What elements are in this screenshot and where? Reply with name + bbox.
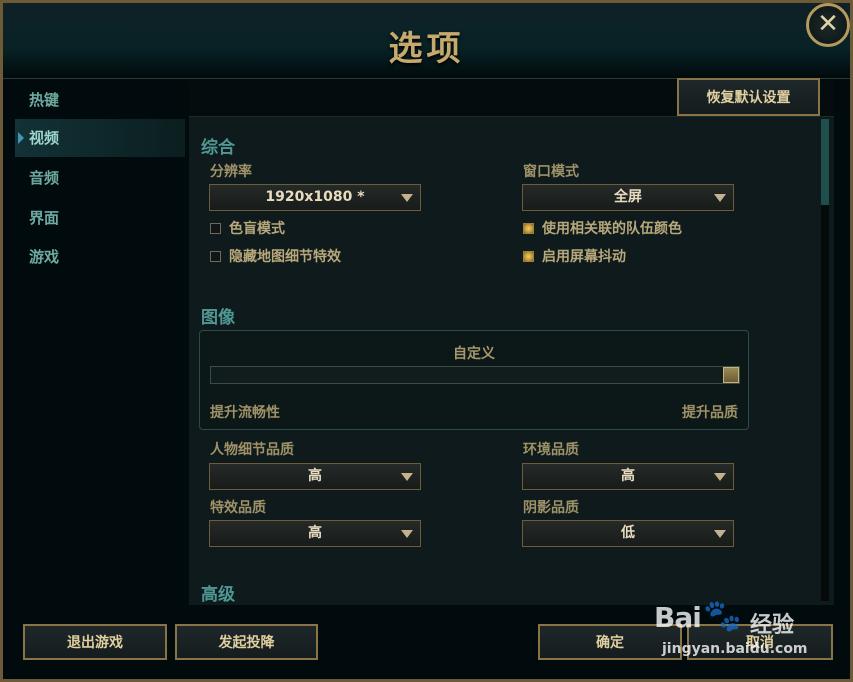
close-icon: ✕ xyxy=(817,9,839,39)
resolution-value: 1920x1080 * xyxy=(265,189,365,205)
character-quality-value: 高 xyxy=(308,468,322,484)
sidebar-item-audio[interactable]: 音频 xyxy=(15,159,185,197)
performance-label: 提升流畅性 xyxy=(210,405,280,421)
watermark-url: jingyan.baidu.com xyxy=(662,641,808,657)
sidebar-item-label: 游戏 xyxy=(29,248,60,266)
screen-shake-label: 启用屏幕抖动 xyxy=(542,249,626,265)
character-quality-label: 人物细节品质 xyxy=(210,442,294,458)
shadow-quality-dropdown[interactable]: 低 xyxy=(522,520,734,547)
sidebar-item-game[interactable]: 游戏 xyxy=(15,238,185,276)
baidu-logo-text: Bai xyxy=(654,601,702,634)
quality-slider[interactable] xyxy=(210,366,740,384)
options-window: 选项 ✕ 热键 视频 音频 界面 游戏 恢复默认设置 综合 分辨率 1920x1… xyxy=(0,0,853,682)
baidu-jingyan-watermark: Bai 🐾 经验 jingyan.baidu.com xyxy=(654,598,808,661)
screen-shake-option[interactable]: 启用屏幕抖动 xyxy=(523,249,626,265)
window-title: 选项 xyxy=(388,29,465,69)
team-colors-checkbox[interactable] xyxy=(523,223,534,234)
reset-defaults-button[interactable]: 恢复默认设置 xyxy=(677,78,820,116)
sidebar-item-label: 热键 xyxy=(29,91,60,109)
section-title-general: 综合 xyxy=(201,138,235,158)
chevron-down-icon xyxy=(714,194,726,202)
resolution-dropdown[interactable]: 1920x1080 * xyxy=(209,184,421,211)
character-quality-dropdown[interactable]: 高 xyxy=(209,463,421,490)
window-mode-value: 全屏 xyxy=(614,189,642,205)
team-colors-option[interactable]: 使用相关联的队伍颜色 xyxy=(523,221,682,237)
environment-quality-dropdown[interactable]: 高 xyxy=(522,463,734,490)
effects-quality-dropdown[interactable]: 高 xyxy=(209,520,421,547)
surrender-button[interactable]: 发起投降 xyxy=(175,624,318,660)
shadow-quality-label: 阴影品质 xyxy=(523,500,579,516)
chevron-down-icon xyxy=(714,473,726,481)
sidebar-item-label: 音频 xyxy=(29,169,60,187)
colorblind-checkbox[interactable] xyxy=(210,223,221,234)
sidebar-item-video[interactable]: 视频 xyxy=(15,119,185,157)
environment-quality-value: 高 xyxy=(621,468,635,484)
chevron-down-icon xyxy=(401,194,413,202)
hide-map-effects-checkbox[interactable] xyxy=(210,251,221,262)
quality-slider-thumb[interactable] xyxy=(723,367,739,383)
scrollbar-thumb[interactable] xyxy=(821,119,829,205)
quality-label: 提升品质 xyxy=(682,405,738,421)
colorblind-label: 色盲模式 xyxy=(229,221,285,237)
chevron-down-icon xyxy=(401,530,413,538)
section-title-advanced: 高级 xyxy=(201,585,235,605)
effects-quality-label: 特效品质 xyxy=(210,500,266,516)
jingyan-text: 经验 xyxy=(750,613,795,638)
shadow-quality-value: 低 xyxy=(621,525,635,541)
sidebar-item-label: 视频 xyxy=(29,129,60,147)
screen-shake-checkbox[interactable] xyxy=(523,251,534,262)
chevron-down-icon xyxy=(714,530,726,538)
hide-map-effects-option[interactable]: 隐藏地图细节特效 xyxy=(210,249,341,265)
resolution-label: 分辨率 xyxy=(210,164,252,180)
sidebar-item-interface[interactable]: 界面 xyxy=(15,199,185,237)
section-title-graphics: 图像 xyxy=(201,308,235,328)
effects-quality-value: 高 xyxy=(308,525,322,541)
quit-game-button[interactable]: 退出游戏 xyxy=(23,624,167,660)
team-colors-label: 使用相关联的队伍颜色 xyxy=(542,221,682,237)
chevron-down-icon xyxy=(401,473,413,481)
close-button[interactable]: ✕ xyxy=(806,3,850,47)
hide-map-effects-label: 隐藏地图细节特效 xyxy=(229,249,341,265)
sidebar-item-hotkeys[interactable]: 热键 xyxy=(15,81,185,119)
quality-preset-label: 自定义 xyxy=(453,346,495,362)
paw-icon: 🐾 xyxy=(703,598,742,634)
panel-scrollbar[interactable] xyxy=(821,119,829,601)
colorblind-option[interactable]: 色盲模式 xyxy=(210,221,285,237)
sidebar-item-label: 界面 xyxy=(29,209,60,227)
graphics-quality-box: 自定义 提升流畅性 提升品质 xyxy=(199,330,749,430)
window-header: 选项 xyxy=(3,3,850,79)
options-sidebar: 热键 视频 音频 界面 游戏 xyxy=(15,81,185,601)
environment-quality-label: 环境品质 xyxy=(523,442,579,458)
window-mode-dropdown[interactable]: 全屏 xyxy=(522,184,734,211)
quality-slider-fill xyxy=(211,367,723,383)
window-mode-label: 窗口模式 xyxy=(523,164,579,180)
